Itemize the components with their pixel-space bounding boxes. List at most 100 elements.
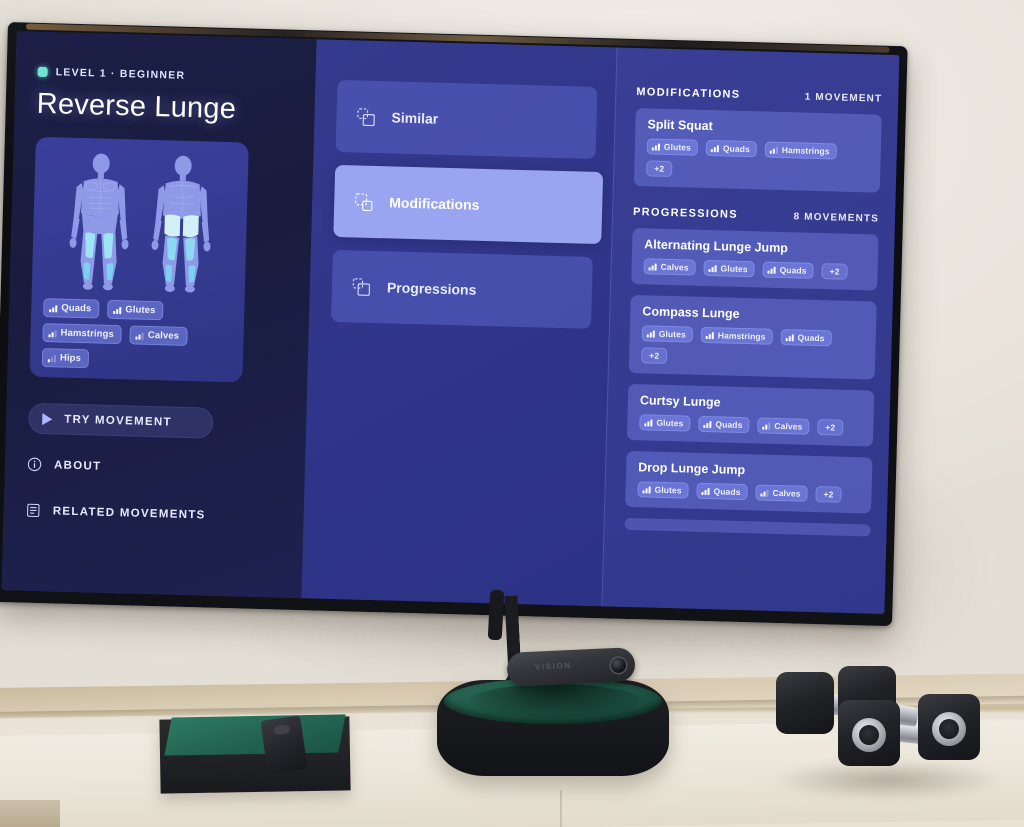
try-movement-button[interactable]: TRY MOVEMENT — [27, 402, 214, 439]
muscle-tag-label: Glutes — [125, 304, 156, 317]
muscle-tag-label: Quads — [715, 419, 743, 431]
camera-brand-label: VISION — [534, 660, 572, 672]
tab-similar[interactable]: Similar — [335, 79, 598, 159]
muscle-tag[interactable]: Hips — [41, 348, 90, 369]
muscle-tag-label: Quads — [722, 143, 750, 155]
muscle-tag-label: Calves — [772, 487, 801, 499]
movement-card[interactable]: Alternating Lunge Jump Calves Glutes Qua… — [631, 227, 879, 291]
list-icon — [27, 503, 40, 517]
accessory-tray-glass-surface — [164, 714, 346, 756]
related-movements-menu-item[interactable]: RELATED MOVEMENTS — [25, 495, 282, 533]
camera-lens-icon — [610, 657, 627, 674]
more-tags-badge[interactable]: +2 — [821, 263, 848, 280]
movement-card-tags: Glutes Quads Calves +2 — [637, 481, 859, 503]
posterior-body-figure — [151, 155, 211, 293]
movement-card[interactable]: Curtsy Lunge Glutes Quads Calves +2 — [626, 383, 875, 447]
muscle-tag-label: Hips — [59, 352, 82, 365]
muscle-tag[interactable]: Quads — [696, 482, 748, 501]
intensity-bars-icon — [135, 331, 144, 340]
movement-card-title: Split Squat — [647, 117, 713, 134]
movement-card[interactable]: Drop Lunge Jump Glutes Quads Calves +2 — [625, 450, 873, 514]
muscle-tag[interactable]: Glutes — [646, 138, 699, 156]
muscle-tag-label: Glutes — [663, 141, 692, 153]
dumbbell-end-cap — [939, 719, 959, 739]
more-tags-badge[interactable]: +2 — [641, 347, 668, 364]
level-label: LEVEL 1 · BEGINNER — [55, 66, 186, 82]
muscle-tag-label: Hamstrings — [717, 330, 766, 342]
muscle-tag[interactable]: Calves — [129, 325, 188, 346]
dumbbell-head — [918, 694, 980, 760]
section-title: PROGRESSIONS — [632, 205, 739, 221]
muscle-tag[interactable]: Quads — [43, 298, 100, 319]
left-menu: TRY MOVEMENT ABOUT RELATED MOVEMENTS — [25, 402, 284, 533]
muscle-tag-label: Hamstrings — [781, 144, 830, 157]
muscle-tag-list: Quads Glutes Hamstrings Calves Hips — [41, 298, 233, 372]
muscle-tag[interactable]: Hamstrings — [764, 141, 837, 160]
tab-modifications[interactable]: Modifications — [333, 164, 604, 245]
intensity-bars-icon — [760, 489, 769, 497]
movement-card-title: Drop Lunge Jump — [637, 460, 746, 478]
movement-card-title: Curtsy Lunge — [639, 393, 721, 410]
muscle-tag[interactable]: Quads — [780, 329, 832, 347]
muscle-tag[interactable]: Quads — [762, 261, 814, 279]
muscle-tag[interactable]: Calves — [643, 258, 696, 276]
about-menu-item[interactable]: ABOUT — [27, 449, 284, 487]
movement-card-title: Compass Lunge — [642, 304, 740, 321]
muscle-tag[interactable]: Glutes — [703, 259, 755, 278]
play-icon — [42, 412, 53, 425]
intensity-bars-icon — [48, 329, 57, 337]
muscle-tag-label: Quads — [797, 332, 825, 344]
anatomy-card[interactable]: Quads Glutes Hamstrings Calves Hips — [29, 136, 249, 383]
movement-card-partial[interactable] — [624, 517, 871, 537]
more-tags-badge[interactable]: +2 — [646, 160, 673, 178]
intensity-bars-icon — [703, 420, 712, 429]
muscle-tag[interactable]: Hamstrings — [700, 326, 773, 345]
related-movements-label: RELATED MOVEMENTS — [52, 504, 206, 522]
muscle-tag[interactable]: Glutes — [641, 325, 694, 343]
intensity-bars-icon — [646, 329, 655, 338]
muscle-tag[interactable]: Glutes — [107, 299, 164, 321]
section-header-modifications: MODIFICATIONS 1 MOVEMENT — [636, 86, 882, 105]
muscle-tag-label: Glutes — [658, 328, 686, 340]
tab-progressions[interactable]: Progressions — [331, 249, 593, 329]
copy-icon — [357, 107, 375, 126]
muscle-tag-label: Calves — [147, 329, 180, 342]
intensity-bars-icon — [762, 422, 771, 430]
section-count: 1 MOVEMENT — [804, 91, 883, 105]
muscle-tag[interactable]: Quads — [705, 139, 758, 158]
muscle-tag[interactable]: Glutes — [639, 414, 691, 432]
section-count: 8 MOVEMENTS — [793, 211, 880, 225]
level-dot-icon — [37, 66, 48, 78]
movement-card[interactable]: Compass Lunge Glutes Hamstrings Quads +2 — [628, 294, 877, 380]
dumbbell-head — [838, 700, 900, 766]
try-movement-label: TRY MOVEMENT — [64, 413, 173, 429]
copy-icon — [352, 277, 371, 296]
muscle-tag-label: Calves — [774, 420, 803, 432]
movement-card-tags: Glutes Quads Calves +2 — [639, 414, 861, 436]
muscle-tag[interactable]: Calves — [757, 417, 810, 435]
intensity-bars-icon — [769, 146, 778, 154]
muscle-tag-label: Glutes — [656, 417, 684, 429]
dumbbell-end-cap — [859, 725, 879, 745]
muscle-tag[interactable]: Glutes — [637, 481, 689, 499]
muscle-tag-label: Glutes — [654, 484, 682, 496]
intensity-bars-icon — [49, 304, 58, 312]
remote-button — [273, 724, 291, 736]
muscle-tag[interactable]: Quads — [698, 415, 750, 434]
level-badge: LEVEL 1 · BEGINNER — [37, 66, 294, 85]
tab-modifications-label: Modifications — [389, 194, 480, 213]
muscle-tag[interactable]: Calves — [755, 484, 808, 502]
intensity-bars-icon — [785, 333, 794, 342]
tv-stand-base-inner-shadow — [470, 684, 640, 718]
intensity-bars-icon — [47, 354, 57, 362]
more-tags-badge[interactable]: +2 — [815, 486, 842, 503]
movement-card[interactable]: Split Squat Glutes Quads Hamstrings +2 — [633, 108, 882, 193]
more-tags-badge[interactable]: +2 — [817, 419, 844, 436]
intensity-bars-icon — [648, 262, 657, 271]
intensity-bars-icon — [767, 266, 776, 274]
muscle-tag[interactable]: Hamstrings — [42, 323, 123, 345]
intensity-bars-icon — [642, 485, 651, 494]
intensity-bars-icon — [651, 142, 660, 151]
anterior-body-figure — [69, 153, 129, 291]
intensity-bars-icon — [705, 331, 714, 340]
